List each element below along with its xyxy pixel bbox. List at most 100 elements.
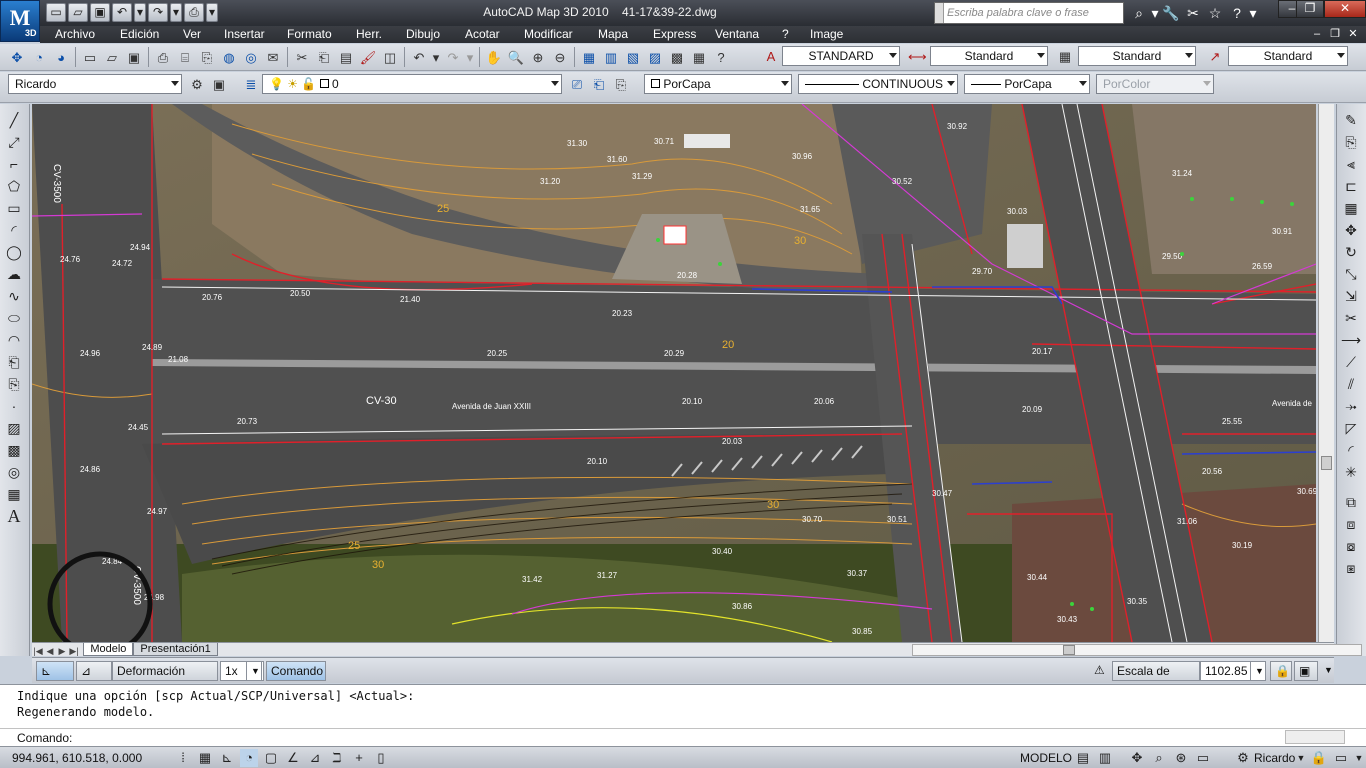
publish-web-icon[interactable]: ◎ [241, 47, 261, 67]
plot-icon[interactable]: ⎙ [184, 3, 204, 22]
text-style-select[interactable]: STANDARD [782, 46, 900, 66]
rotate-icon[interactable]: ↻ [1341, 242, 1361, 262]
zoom-status-icon[interactable]: ⌕ [1150, 749, 1168, 767]
publish-icon[interactable]: ⎘ [197, 47, 217, 67]
mirror-icon[interactable]: ⫷ [1341, 154, 1361, 174]
vertical-dropdown-icon[interactable]: ▼ [246, 661, 262, 681]
dynamic-ucs-icon[interactable]: ⊿ [306, 749, 324, 767]
new-file-icon[interactable]: ▭ [46, 3, 66, 22]
text-style-icon[interactable]: A [761, 46, 781, 66]
close-button[interactable]: ✕ [1324, 0, 1366, 18]
view-3d-button[interactable]: ⊿ 3D [76, 661, 112, 696]
pan-icon[interactable]: ✥ [7, 47, 27, 67]
print-preview-icon[interactable]: ⌸ [175, 47, 195, 67]
offset-icon[interactable]: ⊏ [1341, 176, 1361, 196]
polygon-icon[interactable]: ⬠ [4, 176, 24, 196]
match-properties-icon[interactable]: 🖌 [358, 47, 378, 67]
view-scale-select[interactable]: 1102.85 [1200, 661, 1252, 681]
doc-restore-button[interactable]: ❐ [1326, 27, 1344, 40]
menu-insertar[interactable]: Insertar [224, 26, 265, 42]
showmotion-icon[interactable]: ▭ [1194, 749, 1212, 767]
ellipse-arc-icon[interactable]: ◠ [4, 330, 24, 350]
subscription-icon[interactable]: 🔧 [1160, 3, 1182, 23]
drawing-canvas[interactable]: 31.30 30.71 31.60 31.29 31.20 30.96 30.5… [32, 104, 1316, 642]
paste-icon[interactable]: ▤ [336, 47, 356, 67]
menu-acotar[interactable]: Acotar [465, 26, 500, 42]
workspace-settings-icon[interactable]: ⚙ [187, 74, 207, 94]
zoom-previous-icon[interactable]: ⊖ [550, 47, 570, 67]
multileader-style-icon[interactable]: ↗ [1205, 46, 1225, 66]
tab-last-icon[interactable]: ▶| [68, 646, 80, 657]
redo-list-icon[interactable]: ▾ [465, 47, 475, 67]
fillet-icon[interactable]: ◜ [1341, 440, 1361, 460]
text-front-icon[interactable]: ⧆ [1341, 558, 1361, 578]
spline-icon[interactable]: ∿ [4, 286, 24, 306]
redo-toolbar-icon[interactable]: ↷ [443, 47, 463, 67]
cursor-coordinates[interactable]: 994.961, 610.518, 0.000 [12, 749, 142, 767]
linetype-select[interactable]: CONTINUOUS [798, 74, 958, 94]
status-menu-icon[interactable]: ▼ [1350, 749, 1366, 767]
dim-style-select[interactable]: Standard [930, 46, 1048, 66]
copy-object-icon[interactable]: ⎘ [1341, 132, 1361, 152]
table-style-icon[interactable]: ▦ [1055, 46, 1075, 66]
pan-realtime-icon[interactable]: ✋ [484, 47, 504, 67]
save-icon[interactable]: ▣ [90, 3, 110, 22]
print-icon[interactable]: ⎙ [153, 47, 173, 67]
design-center-icon[interactable]: ▥ [601, 47, 621, 67]
vertical-scrollbar[interactable] [1318, 104, 1334, 642]
chamfer-icon[interactable]: ◸ [1341, 418, 1361, 438]
ellipse-icon[interactable]: ⬭ [4, 308, 24, 328]
table-style-select[interactable]: Standard [1078, 46, 1196, 66]
undo-dropdown-icon[interactable]: ▾ [134, 3, 146, 22]
zoom-window-icon[interactable]: ⊕ [528, 47, 548, 67]
menu-mapa[interactable]: Mapa [598, 26, 628, 42]
menu-ventana[interactable]: Ventana [715, 26, 759, 42]
join-icon[interactable]: ⤞ [1341, 396, 1361, 416]
dynamic-input-icon[interactable]: ℶ [328, 749, 346, 767]
open-icon[interactable]: ▱ [102, 47, 122, 67]
dim-style-icon[interactable]: ⟷ [907, 46, 927, 66]
zoom-realtime-icon[interactable]: 🔍 [506, 47, 526, 67]
extend-icon[interactable]: ⟶ [1341, 330, 1361, 350]
qa-customize-icon[interactable]: ▾ [206, 3, 218, 22]
help-dropdown-icon[interactable]: ▾ [1248, 3, 1258, 23]
undo-toolbar-icon[interactable]: ↶ [409, 47, 429, 67]
hardware-acceleration-icon[interactable]: ▭ [1332, 749, 1350, 767]
steering-wheel-icon[interactable]: ⊛ [1172, 749, 1190, 767]
map-status-menu-icon[interactable]: ▼ [1320, 661, 1333, 681]
quick-view-layouts-icon[interactable]: ▤ [1074, 749, 1092, 767]
table-icon[interactable]: ▦ [4, 484, 24, 504]
search-dropdown-icon[interactable]: ▾ [1150, 3, 1160, 23]
quick-properties-icon[interactable]: ▯ [372, 749, 390, 767]
save-toolbar-icon[interactable]: ▣ [124, 47, 144, 67]
etransmit-icon[interactable]: ✉ [263, 47, 283, 67]
tab-prev-icon[interactable]: ◀ [44, 646, 56, 657]
help-search-input[interactable]: Escriba palabra clave o frase [934, 2, 1124, 24]
horizontal-scrollbar[interactable] [912, 644, 1362, 656]
quick-view-drawings-icon[interactable]: ▥ [1096, 749, 1114, 767]
view-2d-button[interactable]: ⊾ 2D [36, 661, 74, 696]
move-icon[interactable]: ✥ [1341, 220, 1361, 240]
color-select[interactable]: PorCapa [644, 74, 792, 94]
menu-ver[interactable]: Ver [183, 26, 201, 42]
rectangle-icon[interactable]: ▭ [4, 198, 24, 218]
lineweight-select[interactable]: PorCapa [964, 74, 1090, 94]
command-scrollbar[interactable] [1285, 730, 1345, 744]
stretch-icon[interactable]: ⇲ [1341, 286, 1361, 306]
doc-minimize-button[interactable]: – [1308, 28, 1326, 40]
calculator-icon[interactable]: ▦ [689, 47, 709, 67]
menu-herramientas[interactable]: Herr. [356, 26, 382, 42]
erase-icon[interactable]: ✎ [1341, 110, 1361, 130]
bring-front-icon[interactable]: ⧈ [1341, 514, 1361, 534]
binoculars-icon[interactable]: ⌕ [1128, 3, 1150, 23]
object-snap-icon[interactable]: ▢ [262, 749, 280, 767]
tab-model[interactable]: Modelo [83, 643, 134, 656]
customize-icon[interactable]: ▣ [209, 74, 229, 94]
orbit-icon[interactable]: ◔ [29, 47, 49, 67]
lock-icon[interactable]: 🔒 [1270, 661, 1292, 681]
menu-dibujo[interactable]: Dibujo [406, 26, 440, 42]
menu-image[interactable]: Image [810, 26, 843, 42]
undo-list-icon[interactable]: ▾ [431, 47, 441, 67]
polyline-icon[interactable]: ⌐ [4, 154, 24, 174]
grid-display-icon[interactable]: ▦ [196, 749, 214, 767]
